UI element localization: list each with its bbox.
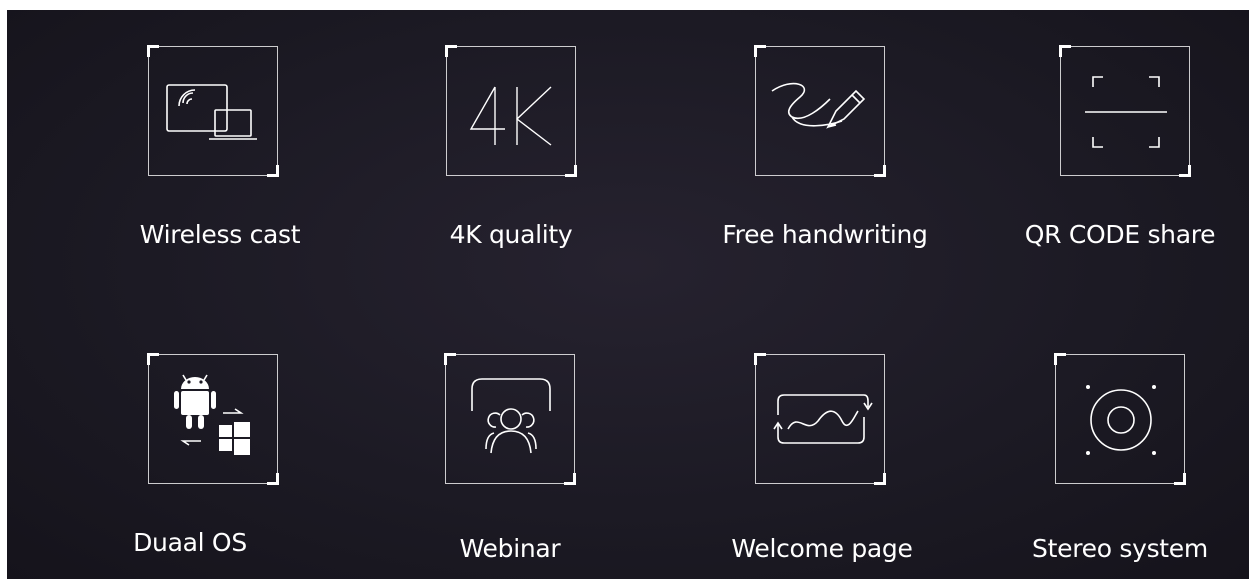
icon-frame bbox=[147, 45, 279, 177]
icon-frame bbox=[1054, 353, 1186, 485]
feature-label: Duaal OS bbox=[133, 528, 247, 557]
feature-panel: Wireless cast 4K quality Free handwritin… bbox=[7, 10, 1249, 579]
icon-frame bbox=[445, 45, 577, 177]
feature-label: 4K quality bbox=[449, 220, 573, 249]
dual-os-icon bbox=[174, 374, 250, 455]
wireless-cast-icon bbox=[166, 84, 257, 140]
feature-label: Stereo system bbox=[1032, 534, 1208, 563]
feature-label: QR CODE share bbox=[1024, 220, 1216, 249]
icon-frame bbox=[1059, 45, 1191, 177]
welcome-page-icon bbox=[773, 394, 873, 444]
icon-frame bbox=[147, 353, 279, 485]
webinar-group-icon bbox=[471, 378, 551, 454]
pen-icon bbox=[771, 82, 866, 129]
icon-frame bbox=[444, 353, 576, 485]
feature-label: Webinar bbox=[459, 534, 561, 563]
feature-label: Free handwriting bbox=[722, 220, 928, 249]
icon-frame bbox=[754, 353, 886, 485]
feature-label: Wireless cast bbox=[139, 220, 301, 249]
icon-frame bbox=[754, 45, 886, 177]
qr-scan-icon bbox=[1085, 76, 1167, 148]
speaker-icon bbox=[1086, 385, 1156, 455]
4k-icon bbox=[469, 86, 552, 146]
feature-label: Welcome page bbox=[731, 534, 913, 563]
